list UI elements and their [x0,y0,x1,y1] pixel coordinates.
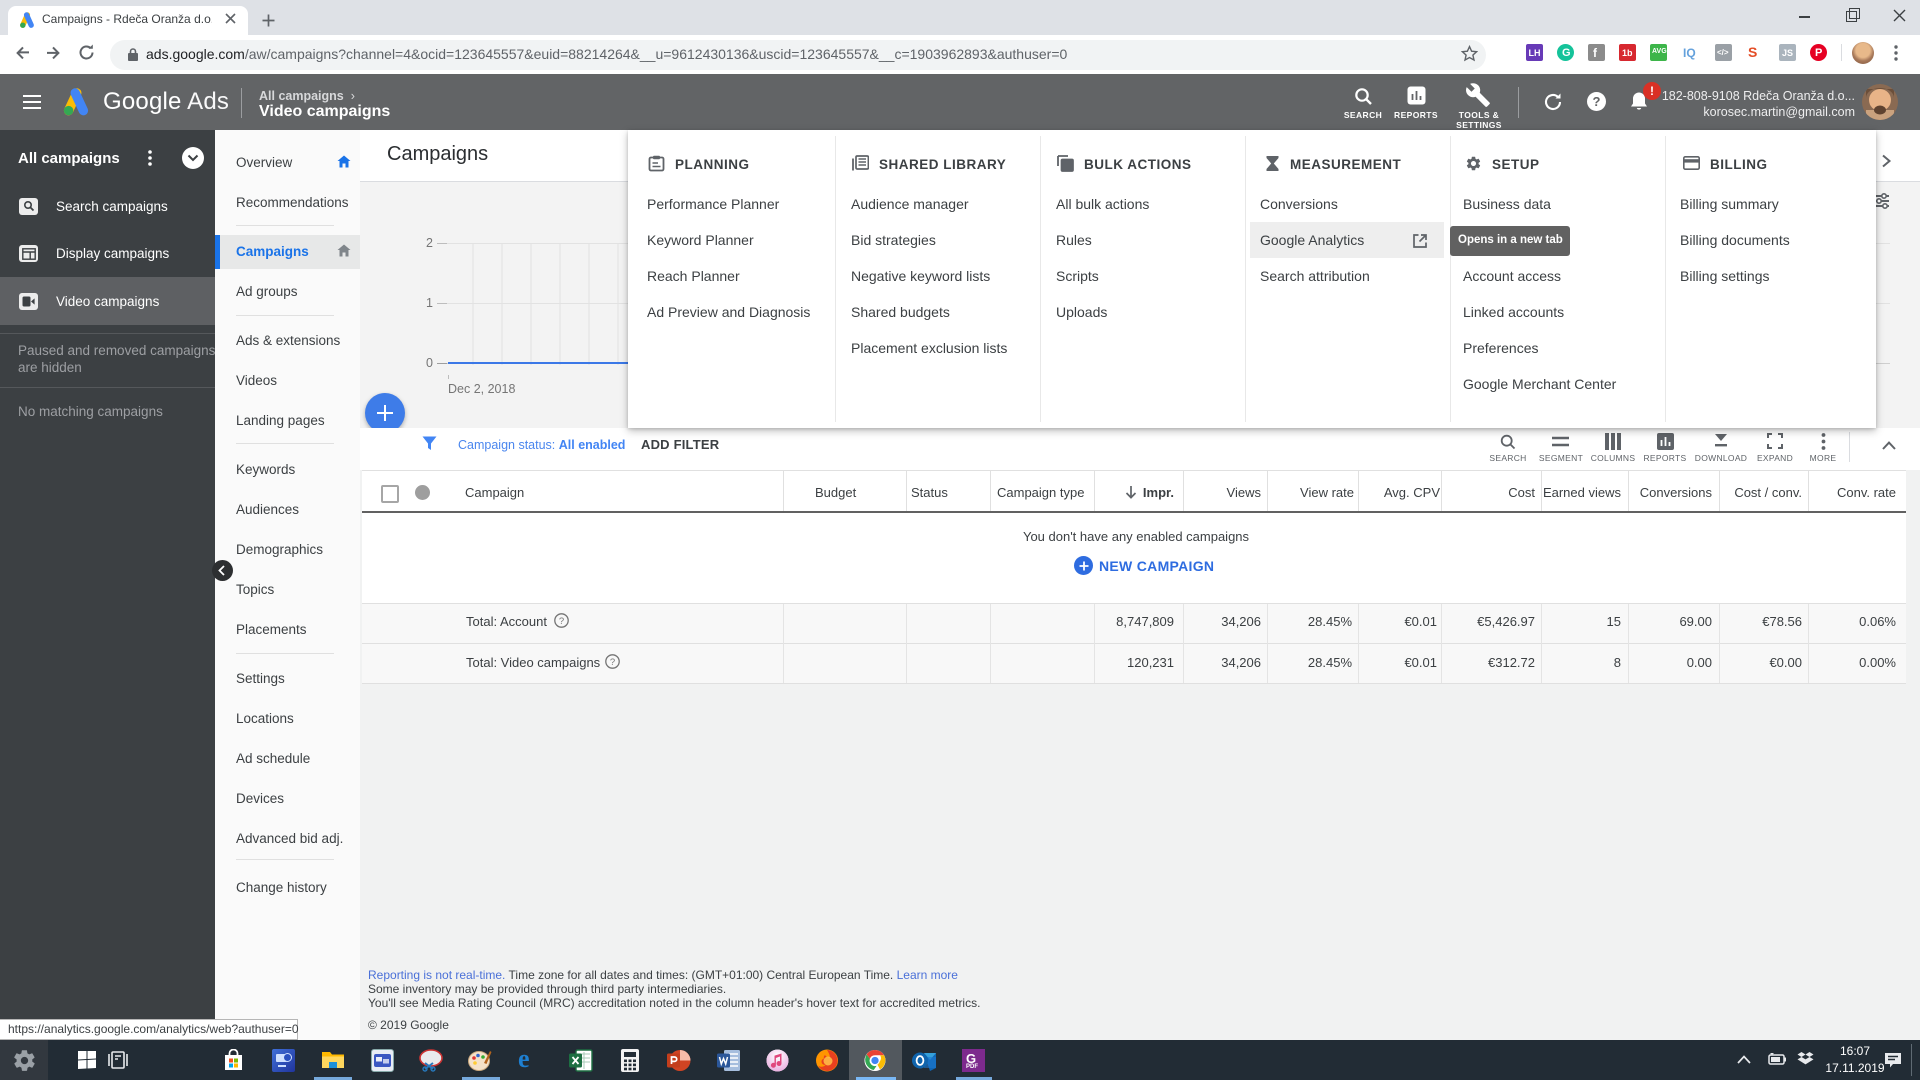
svg-text:?: ? [610,657,615,668]
svg-text:?: ? [1593,94,1601,109]
svg-text:?: ? [559,616,564,627]
